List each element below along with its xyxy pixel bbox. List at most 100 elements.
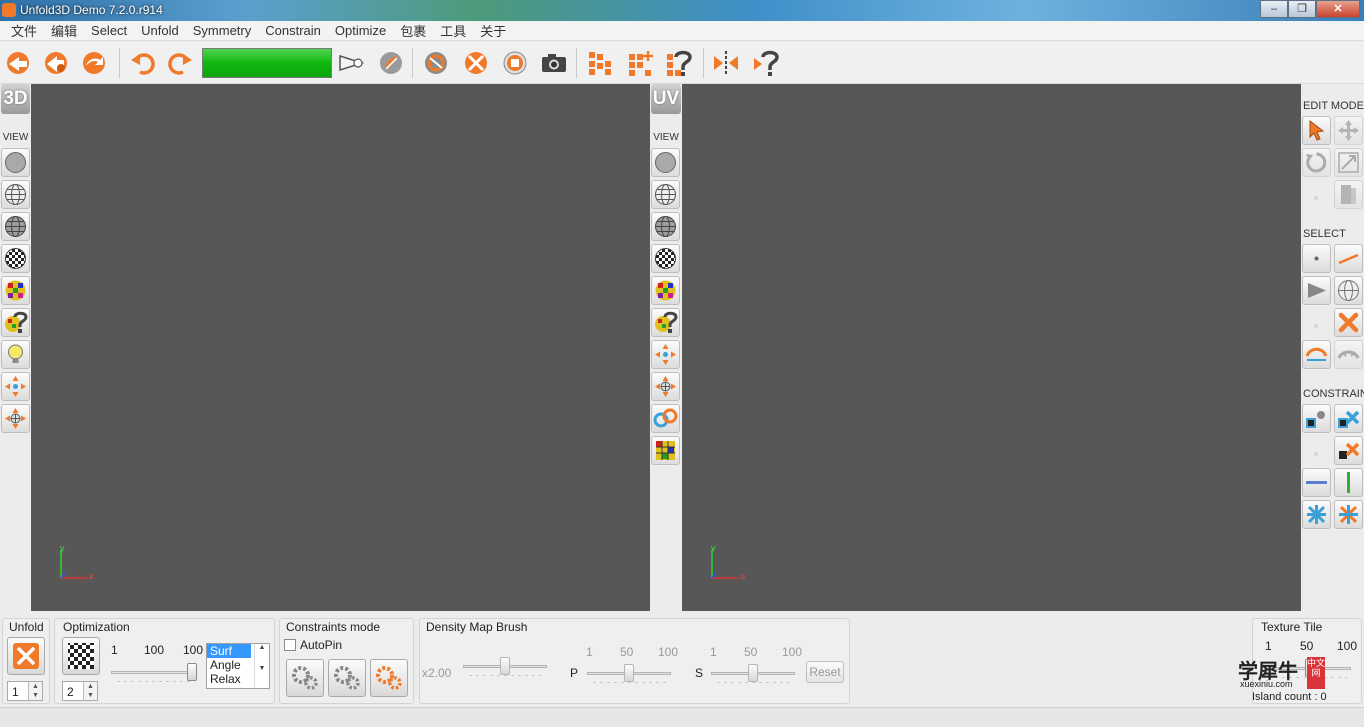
rotate-tool-button[interactable] bbox=[1302, 148, 1331, 177]
menu-edit[interactable]: 编辑 bbox=[44, 21, 84, 40]
sphere-shaded-wire-icon bbox=[655, 216, 676, 237]
uv-color-checker-view-button[interactable] bbox=[651, 276, 680, 305]
pack-button[interactable] bbox=[584, 47, 616, 79]
screenshot-button[interactable] bbox=[538, 47, 570, 79]
pack-help-button[interactable] bbox=[663, 47, 695, 79]
pin-button[interactable] bbox=[1302, 404, 1331, 433]
wireframe-view-button[interactable] bbox=[1, 180, 30, 209]
unfold-play-button[interactable] bbox=[335, 47, 367, 79]
mode-3d-button[interactable]: 3D bbox=[1, 84, 30, 114]
menu-tools[interactable]: 工具 bbox=[433, 21, 473, 40]
select-vertex-button[interactable] bbox=[1302, 244, 1331, 273]
spinner-arrows[interactable]: ▲ ▼ bbox=[83, 682, 97, 700]
list-item-angle[interactable]: Angle bbox=[207, 658, 251, 672]
menu-pack[interactable]: 包裹 bbox=[393, 21, 433, 40]
light-button[interactable] bbox=[1, 340, 30, 369]
menu-constrain[interactable]: Constrain bbox=[258, 23, 328, 38]
spinner-arrows[interactable]: ▲ ▼ bbox=[28, 682, 42, 700]
uv-shaded-wire-view-button[interactable] bbox=[651, 212, 680, 241]
unconstrain-all-button[interactable] bbox=[1334, 500, 1363, 529]
s-label: S bbox=[695, 666, 704, 680]
optimize-button[interactable] bbox=[420, 47, 452, 79]
optimization-tick-min: 1 bbox=[111, 643, 118, 657]
viewport-uv[interactable]: v u bbox=[682, 84, 1301, 611]
load-button[interactable] bbox=[2, 47, 34, 79]
unfold-button[interactable] bbox=[460, 47, 492, 79]
menu-about[interactable]: 关于 bbox=[473, 21, 513, 40]
stop-button[interactable] bbox=[499, 47, 531, 79]
menu-optimize[interactable]: Optimize bbox=[328, 23, 393, 38]
density-reset-button[interactable]: Reset bbox=[806, 661, 844, 683]
constraint-mode-2-button[interactable] bbox=[328, 659, 366, 697]
select-edge-button[interactable] bbox=[1334, 244, 1363, 273]
frame-all-button[interactable] bbox=[1, 372, 30, 401]
s-slider[interactable] bbox=[711, 664, 795, 684]
optimization-mode-list[interactable]: Surf Angle Relax ▲ ▼ bbox=[206, 643, 270, 689]
checker-help-button[interactable] bbox=[1, 308, 30, 337]
select-face-button[interactable] bbox=[1302, 276, 1331, 305]
unpin-button[interactable] bbox=[1334, 436, 1363, 465]
horizontal-constraint-button[interactable] bbox=[1302, 468, 1331, 497]
unfold-iterations-spinner[interactable]: 1 ▲ ▼ bbox=[7, 681, 43, 701]
redo-button[interactable] bbox=[164, 47, 196, 79]
uv-frame-selection-button[interactable] bbox=[651, 372, 680, 401]
slider-thumb[interactable] bbox=[748, 664, 758, 682]
list-item-surf[interactable]: Surf bbox=[207, 644, 251, 658]
undo-button[interactable] bbox=[127, 47, 159, 79]
frame-selection-icon bbox=[655, 376, 676, 397]
maximize-button[interactable]: ❐ bbox=[1288, 0, 1316, 18]
load-uv-button[interactable] bbox=[40, 47, 72, 79]
menu-select[interactable]: Select bbox=[84, 23, 134, 38]
viewport-3d[interactable]: y x bbox=[31, 84, 650, 611]
optimization-slider[interactable] bbox=[111, 663, 197, 683]
constraint-mode-3-button[interactable] bbox=[370, 659, 408, 697]
optimize-iterations-spinner[interactable]: 2 ▲ ▼ bbox=[62, 681, 98, 701]
list-item-relax[interactable]: Relax bbox=[207, 672, 251, 686]
scale-tool-button[interactable] bbox=[1334, 148, 1363, 177]
straighten-tool-button[interactable] bbox=[1334, 180, 1363, 209]
optimize-run-button[interactable] bbox=[62, 637, 100, 675]
shaded-wire-view-button[interactable] bbox=[1, 212, 30, 241]
slider-thumb[interactable] bbox=[187, 663, 197, 681]
cut-button[interactable] bbox=[375, 47, 407, 79]
uv-grid-button[interactable] bbox=[651, 436, 680, 465]
color-checker-view-button[interactable] bbox=[1, 276, 30, 305]
deselect-button[interactable] bbox=[1334, 308, 1363, 337]
symmetry-help-button[interactable] bbox=[750, 47, 782, 79]
select-tool-button[interactable] bbox=[1302, 116, 1331, 145]
constraint-mode-1-button[interactable] bbox=[286, 659, 324, 697]
list-scrollbar[interactable]: ▲ ▼ bbox=[254, 644, 269, 688]
uv-tile-button[interactable] bbox=[651, 404, 680, 433]
shrink-selection-button[interactable] bbox=[1334, 340, 1363, 369]
slider-thumb[interactable] bbox=[624, 664, 634, 682]
uv-checker-view-button[interactable] bbox=[651, 244, 680, 273]
uv-wireframe-view-button[interactable] bbox=[651, 180, 680, 209]
constrain-all-button[interactable] bbox=[1302, 500, 1331, 529]
select-island-button[interactable] bbox=[1334, 276, 1363, 305]
disabled-slot bbox=[1314, 196, 1318, 200]
autopin-checkbox[interactable] bbox=[284, 639, 296, 651]
menu-symmetry[interactable]: Symmetry bbox=[186, 23, 259, 38]
slider-thumb[interactable] bbox=[500, 657, 510, 675]
frame-selection-button[interactable] bbox=[1, 404, 30, 433]
pack-add-button[interactable] bbox=[624, 47, 656, 79]
minimize-button[interactable]: – bbox=[1260, 0, 1288, 18]
checker-view-button[interactable] bbox=[1, 244, 30, 273]
close-button[interactable]: ✕ bbox=[1316, 0, 1360, 18]
mode-uv-button[interactable]: UV bbox=[651, 84, 681, 114]
density-brush-slider[interactable] bbox=[463, 657, 547, 677]
symmetry-button[interactable] bbox=[710, 47, 742, 79]
unfold-run-button[interactable] bbox=[7, 637, 45, 675]
shaded-view-button[interactable] bbox=[1, 148, 30, 177]
grow-selection-button[interactable] bbox=[1302, 340, 1331, 369]
uv-shaded-view-button[interactable] bbox=[651, 148, 680, 177]
uv-checker-help-button[interactable] bbox=[651, 308, 680, 337]
save-button[interactable] bbox=[78, 47, 110, 79]
vertical-constraint-button[interactable] bbox=[1334, 468, 1363, 497]
menu-file[interactable]: 文件 bbox=[4, 21, 44, 40]
p-slider[interactable] bbox=[587, 664, 671, 684]
pin-all-button[interactable] bbox=[1334, 404, 1363, 433]
move-tool-button[interactable] bbox=[1334, 116, 1363, 145]
menu-unfold[interactable]: Unfold bbox=[134, 23, 186, 38]
uv-frame-all-button[interactable] bbox=[651, 340, 680, 369]
